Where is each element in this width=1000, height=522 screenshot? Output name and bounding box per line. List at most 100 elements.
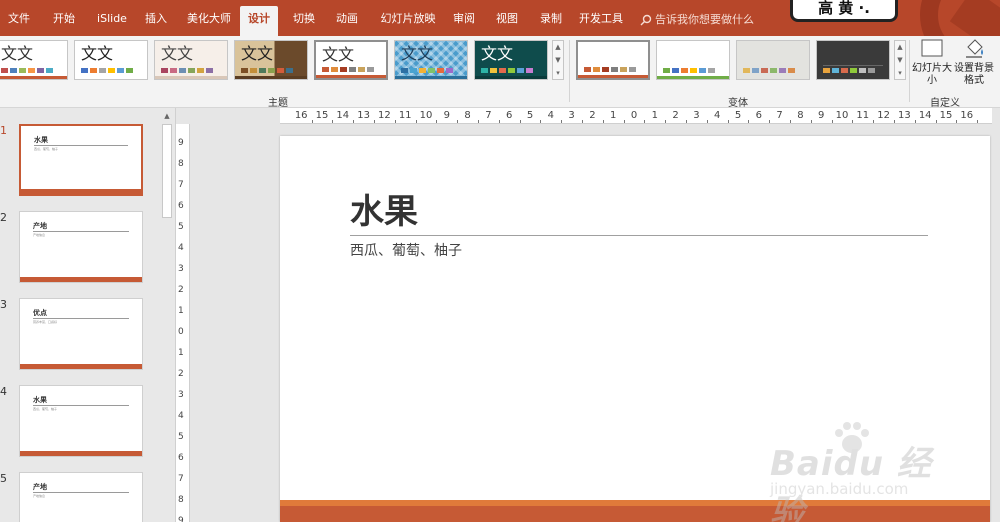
variant-bar <box>657 76 729 79</box>
ruler-label: 4 <box>178 243 184 253</box>
theme-swatches <box>241 68 293 73</box>
ruler-label: 3 <box>693 110 700 121</box>
tell-me-search[interactable]: 告诉我你想要做什么 <box>640 10 754 30</box>
tab-8[interactable]: 幻灯片放映 <box>376 6 440 36</box>
scroll-up-arrow-icon[interactable]: ▲ <box>161 110 173 122</box>
ruler-tick <box>977 120 979 123</box>
theme-dark[interactable]: 文文 <box>474 40 548 80</box>
format-background-button[interactable]: 设置背景格式 <box>952 38 996 90</box>
slide-size-button[interactable]: 幻灯片大小 <box>910 38 954 90</box>
ruler-tick <box>686 120 687 123</box>
theme-sample-text: 文文 <box>322 45 355 64</box>
tab-4[interactable]: 美化大师 <box>185 6 233 36</box>
watermark-url: jingyan.baidu.com <box>770 480 909 498</box>
search-placeholder: 告诉我你想要做什么 <box>655 13 754 26</box>
slide-preview[interactable]: 产地 产地信息 <box>19 211 143 283</box>
slide-preview-title: 水果 <box>34 136 48 144</box>
ruler-label: 10 <box>419 110 433 121</box>
theme-swatches <box>481 68 533 73</box>
ruler-label: 8 <box>178 159 184 169</box>
slide-preview[interactable]: 产地 产地信息 <box>19 472 143 522</box>
tab-3[interactable]: 插入 <box>142 6 170 36</box>
slide-thumbnail-4[interactable]: 4 水果 西瓜、葡萄、柚子 <box>0 385 160 460</box>
slide-preview[interactable]: 优点 营养丰富、口感好 <box>19 298 143 370</box>
slide-subtitle[interactable]: 西瓜、葡萄、柚子 <box>350 242 462 260</box>
thumbnails-scrollbar[interactable]: ▲ <box>160 108 174 522</box>
ruler-label: 6 <box>506 110 513 121</box>
variant-1[interactable] <box>576 40 650 80</box>
ruler-label: 9 <box>443 110 450 121</box>
ruler-label: 4 <box>714 110 721 121</box>
ruler-tick <box>873 120 875 123</box>
ruler-label: 8 <box>797 110 804 121</box>
ruler-label: 13 <box>357 110 370 121</box>
slide-thumbnail-5[interactable]: 5 产地 产地信息 <box>0 472 160 522</box>
tab-10[interactable]: 视图 <box>493 6 521 36</box>
variant-swatches <box>743 68 795 73</box>
theme-fabric[interactable]: 文文 <box>154 40 228 80</box>
tab-12[interactable]: 开发工具 <box>578 6 624 36</box>
variant-swatches <box>663 68 715 73</box>
tab-2[interactable]: iSlide <box>93 6 131 36</box>
ruler-label: 11 <box>398 110 412 121</box>
theme-pattern[interactable]: 文文 <box>394 40 468 80</box>
slide-preview[interactable]: 水果 西瓜、葡萄、柚子 <box>19 385 143 457</box>
slide-preview[interactable]: 水果 西瓜、葡萄、柚子 <box>19 124 143 196</box>
design-ribbon: 文文 文文 文文 文文 文文 文文 文文 ▲ ▼ ▾ 主题 ▲ ▼ ▾ 变体 幻灯片大小 设置背景格… <box>0 36 1000 109</box>
slide-preview-subtitle: 产地信息 <box>33 494 46 498</box>
tab-6[interactable]: 切换 <box>290 6 318 36</box>
ruler-label: 16 <box>294 110 308 121</box>
ruler-tick <box>415 120 417 123</box>
horizontal-ruler: 16 15 14 13 12 11 10 9 8 7 6 5 4 3 2 1 0 1 2 3 4 5 6 7 8 9 10 11 12 1… <box>280 108 992 124</box>
ruler-label: 6 <box>178 201 184 211</box>
tab-5[interactable]: 设计 <box>240 6 278 36</box>
theme-sample-text: 文文 <box>81 44 114 63</box>
ruler-label: 9 <box>818 110 825 121</box>
themes-gallery-scroll[interactable]: ▲ ▼ ▾ <box>552 40 564 80</box>
ruler-label: 7 <box>485 110 492 121</box>
tab-11[interactable]: 录制 <box>537 6 565 36</box>
search-icon <box>640 14 652 26</box>
ruler-tick <box>706 120 708 123</box>
tab-0[interactable]: 文件 <box>5 6 33 36</box>
variants-gallery-scroll[interactable]: ▲ ▼ ▾ <box>894 40 906 80</box>
ruler-label: 2 <box>178 369 184 379</box>
ruler-label: 0 <box>630 110 638 121</box>
ruler-label: 7 <box>776 110 783 121</box>
scrollbar-thumb[interactable] <box>162 124 172 218</box>
tab-7[interactable]: 动画 <box>333 6 361 36</box>
ruler-label: 6 <box>755 110 762 121</box>
tab-1[interactable]: 开始 <box>50 6 78 36</box>
ruler-label: 9 <box>178 516 184 522</box>
variant-3[interactable] <box>736 40 810 80</box>
slide-title[interactable]: 水果 <box>350 192 418 232</box>
slide-preview-bar <box>20 451 142 456</box>
ruler-tick <box>831 120 833 123</box>
ruler-label: 5 <box>526 110 534 121</box>
slide-thumbnail-1[interactable]: 1 水果 西瓜、葡萄、柚子 <box>0 124 160 199</box>
slide-thumbnail-3[interactable]: 3 优点 营养丰富、口感好 <box>0 298 160 373</box>
theme-selected[interactable]: 文文 <box>314 40 388 80</box>
ruler-label: 2 <box>178 285 184 295</box>
ruler-label: 7 <box>178 474 184 484</box>
theme-swatches <box>81 68 133 73</box>
variant-2[interactable] <box>656 40 730 80</box>
ruler-tick <box>790 120 791 123</box>
decorative-badge: 高 黄 ·. <box>790 0 898 22</box>
slide-size-icon <box>920 38 944 60</box>
customize-group-label: 自定义 <box>930 98 960 109</box>
ruler-tick <box>478 120 479 123</box>
theme-office2[interactable]: 文文 <box>74 40 148 80</box>
theme-swatches <box>161 68 213 73</box>
slide-preview-subtitle: 产地信息 <box>33 233 46 237</box>
theme-wood[interactable]: 文文 <box>234 40 308 80</box>
tab-9[interactable]: 审阅 <box>450 6 478 36</box>
group-separator <box>569 40 570 102</box>
ruler-label: 13 <box>898 110 911 121</box>
theme-office[interactable]: 文文 <box>0 40 68 80</box>
variant-4[interactable] <box>816 40 890 80</box>
ruler-label: 10 <box>835 110 849 121</box>
slide-thumbnail-2[interactable]: 2 产地 产地信息 <box>0 211 160 286</box>
variant-line <box>743 65 803 66</box>
ruler-tick <box>332 120 334 123</box>
